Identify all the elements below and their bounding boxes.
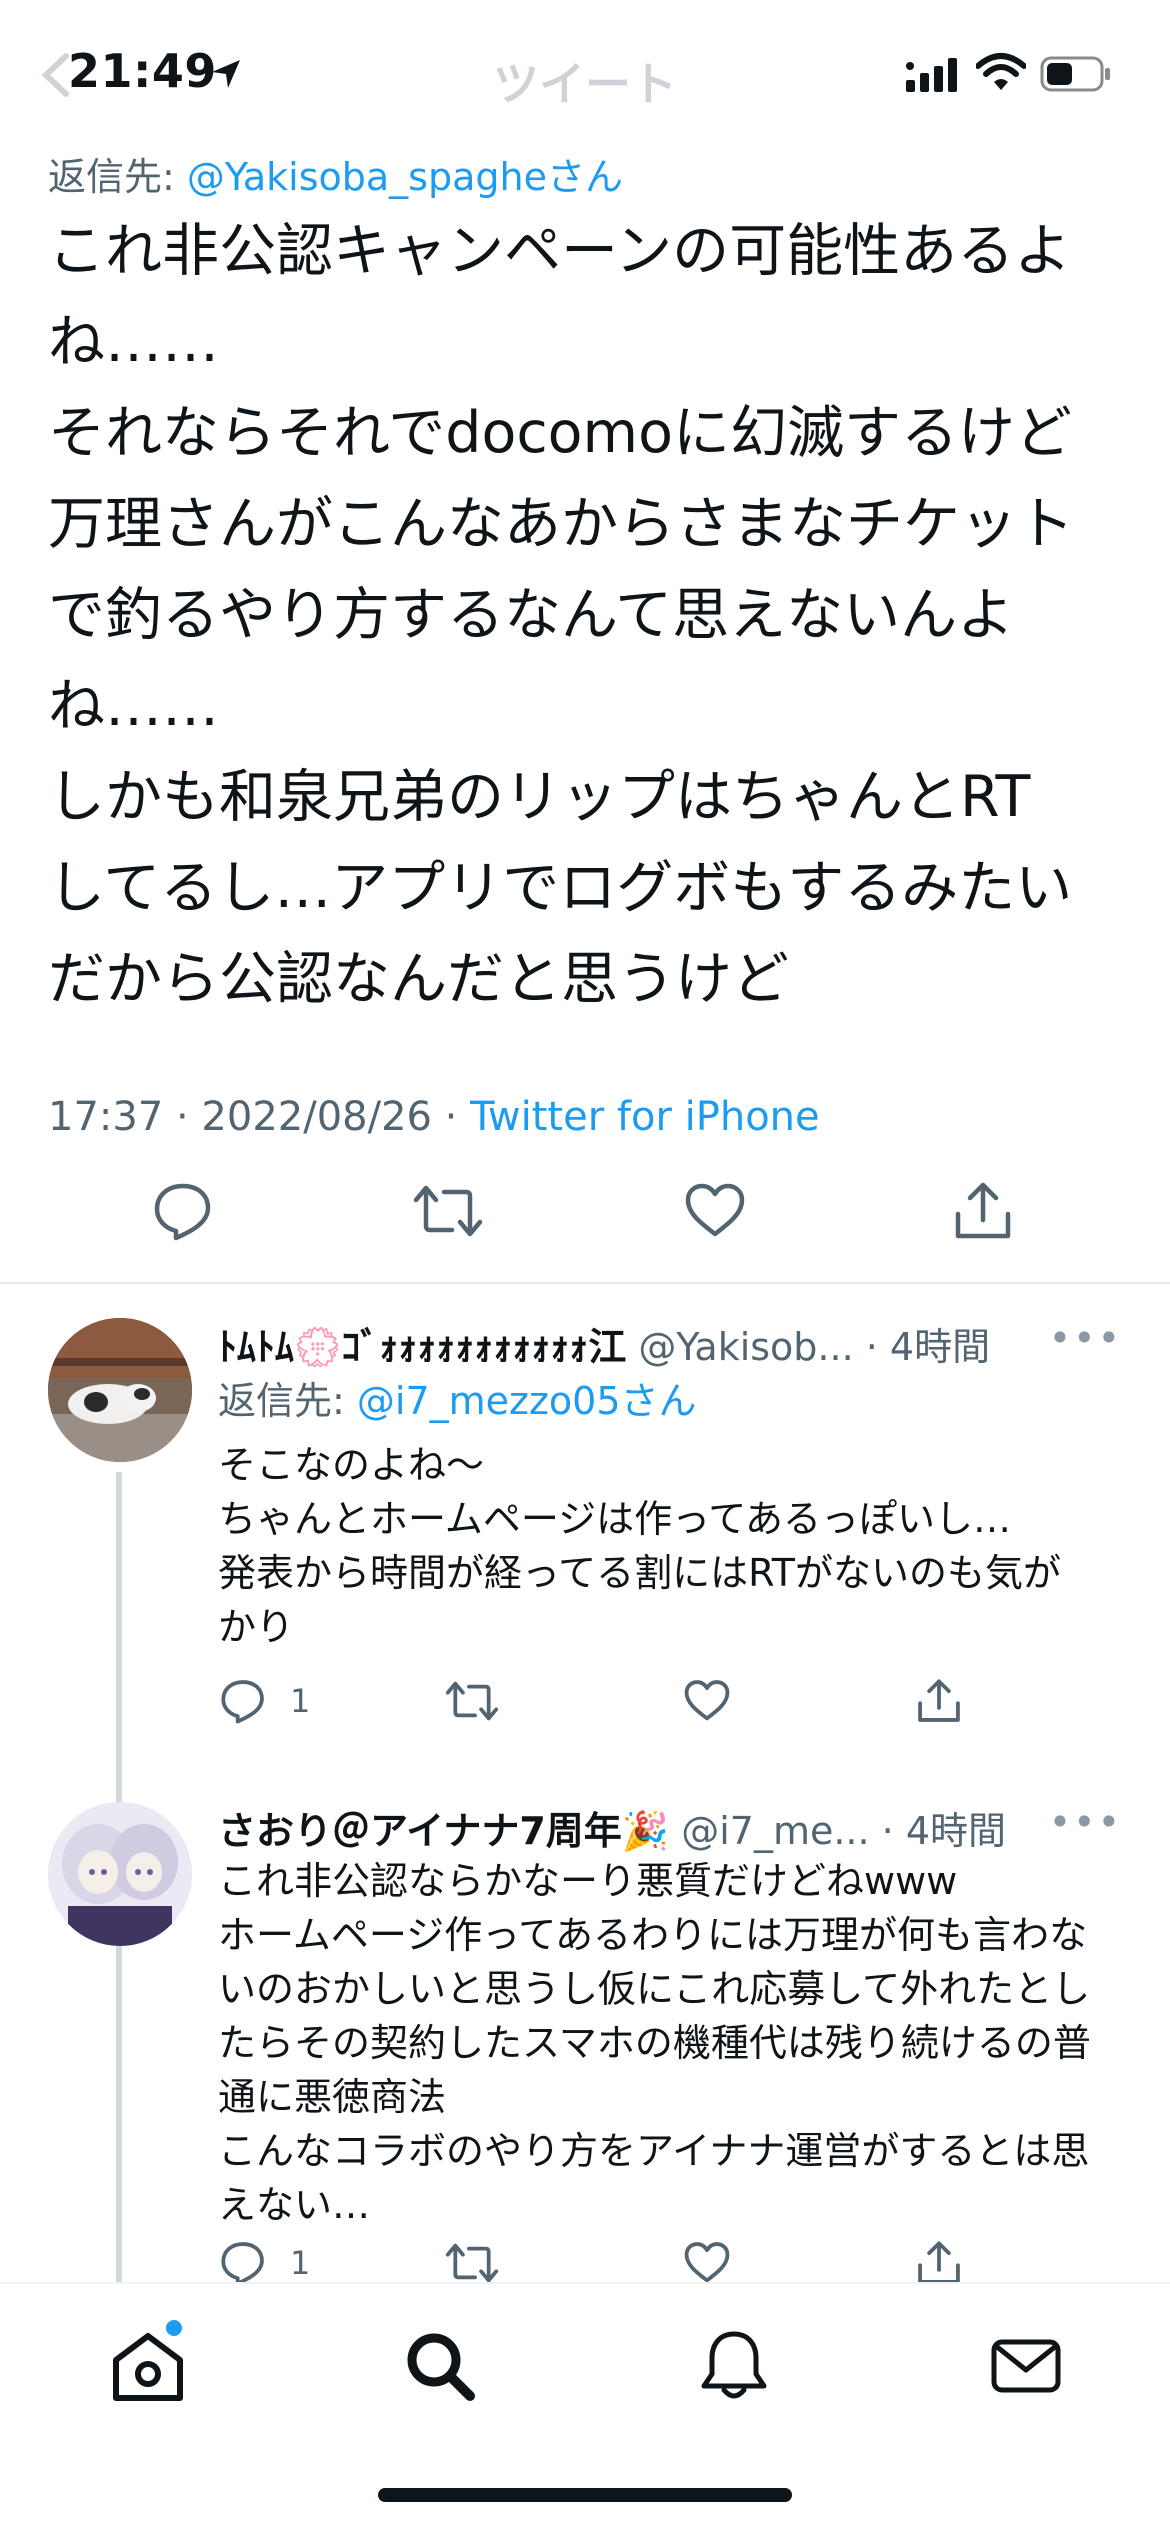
relative-time: · 4時間 (881, 1809, 1007, 1853)
tweet-action-bar (0, 1178, 1170, 1262)
share-icon[interactable] (950, 1178, 1016, 1244)
like-icon[interactable] (682, 1178, 748, 1244)
avatar[interactable] (48, 1802, 192, 1946)
thread-line (116, 1956, 122, 2282)
user-handle[interactable]: @i7_me... (681, 1809, 869, 1853)
messages-icon[interactable] (986, 2326, 1066, 2406)
tab-messages[interactable] (986, 2326, 1066, 2406)
reply-button[interactable]: 1 (218, 1676, 310, 1726)
home-icon[interactable] (108, 2326, 188, 2406)
more-options-icon[interactable]: ••• (1049, 1800, 1122, 1844)
share-icon[interactable] (914, 1676, 964, 1726)
reply-to-prefix: 返信先: (48, 155, 187, 199)
tweet-client-link[interactable]: Twitter for iPhone (470, 1094, 820, 1140)
reply-icon[interactable] (218, 1676, 268, 1726)
tweet-timestamp: 17:37 · 2022/08/26 · (48, 1094, 471, 1140)
share-icon[interactable] (914, 2238, 964, 2288)
reply-text: これ非公認ならかなーり悪質だけどねwww ホームページ作ってあるわりには万理が何… (218, 1859, 1091, 2227)
reply-to-line: 返信先: @i7_mezzo05さん (218, 1370, 697, 1425)
reply-icon[interactable] (218, 2238, 268, 2288)
status-time: 21:49 (68, 44, 217, 98)
avatar[interactable] (48, 1318, 192, 1462)
reply-icon[interactable] (150, 1178, 216, 1244)
reply-header: ﾄﾑﾄﾑ💮ｺﾞｫｫｫｫｫｫｫｫｫｫｫ江 @Yakisob... · 4時間 (218, 1316, 990, 1371)
signal-icon (906, 58, 957, 92)
reply-text: そこなのよね〜 ちゃんとホームページは作ってあるっぽいし… 発表から時間が経って… (218, 1443, 1061, 1649)
retweet-icon[interactable] (444, 1676, 500, 1726)
retweet-icon[interactable] (444, 2238, 500, 2288)
reply-to-handle-link[interactable]: @Yakisoba_spagheさん (187, 155, 623, 199)
tweet-meta: 17:37 · 2022/08/26 · Twitter for iPhone (48, 1094, 820, 1140)
relative-time: · 4時間 (865, 1325, 991, 1369)
tab-notifications[interactable] (694, 2326, 774, 2406)
reply-to-suffix[interactable]: さん (547, 155, 623, 199)
display-name[interactable]: さおり＠アイナナ7周年🎉 (218, 1809, 669, 1853)
status-bar: ツイート 21:49 (0, 0, 1170, 140)
reply-header: さおり＠アイナナ7周年🎉 @i7_me... · 4時間 (218, 1800, 1006, 1855)
reply-to-line: 返信先: @Yakisoba_spagheさん (48, 146, 623, 201)
reply-to-handle[interactable]: @Yakisoba_spaghe (187, 155, 547, 199)
reply-action-bar: 1 (218, 1676, 1118, 1736)
search-icon[interactable] (400, 2326, 480, 2406)
battery-icon (1040, 56, 1110, 92)
tab-search[interactable] (400, 2326, 480, 2406)
tab-home[interactable] (108, 2320, 188, 2406)
retweet-icon[interactable] (412, 1178, 484, 1244)
home-indicator[interactable] (378, 2488, 792, 2502)
divider (0, 1282, 1170, 1284)
tweet-text: これ非公認キャンペーンの可能性あるよ ね…… それならそれでdocomoに幻滅す… (48, 218, 1074, 1012)
anime-art-avatar-image (48, 1802, 192, 1946)
reply-to-prefix: 返信先: (218, 1379, 357, 1423)
like-icon[interactable] (682, 2238, 732, 2288)
reply-count: 1 (290, 1682, 311, 1720)
location-arrow-icon (212, 60, 240, 88)
reply-to-handle-link[interactable]: @i7_mezzo05さん (357, 1379, 697, 1423)
display-name[interactable]: ﾄﾑﾄﾑ💮ｺﾞｫｫｫｫｫｫｫｫｫｫｫ江 (218, 1325, 626, 1369)
reply-to-suffix[interactable]: さん (621, 1379, 697, 1423)
notifications-icon[interactable] (694, 2326, 774, 2406)
reply-button[interactable]: 1 (218, 2238, 310, 2288)
more-options-icon[interactable]: ••• (1049, 1316, 1122, 1360)
reply-to-handle[interactable]: @i7_mezzo05 (357, 1379, 621, 1423)
unread-dot (166, 2320, 182, 2336)
cat-photo-avatar-image (48, 1318, 192, 1462)
reply-count: 1 (290, 2244, 311, 2282)
wifi-icon (976, 53, 1026, 90)
user-handle[interactable]: @Yakisob... (638, 1325, 853, 1369)
like-icon[interactable] (682, 1676, 732, 1726)
